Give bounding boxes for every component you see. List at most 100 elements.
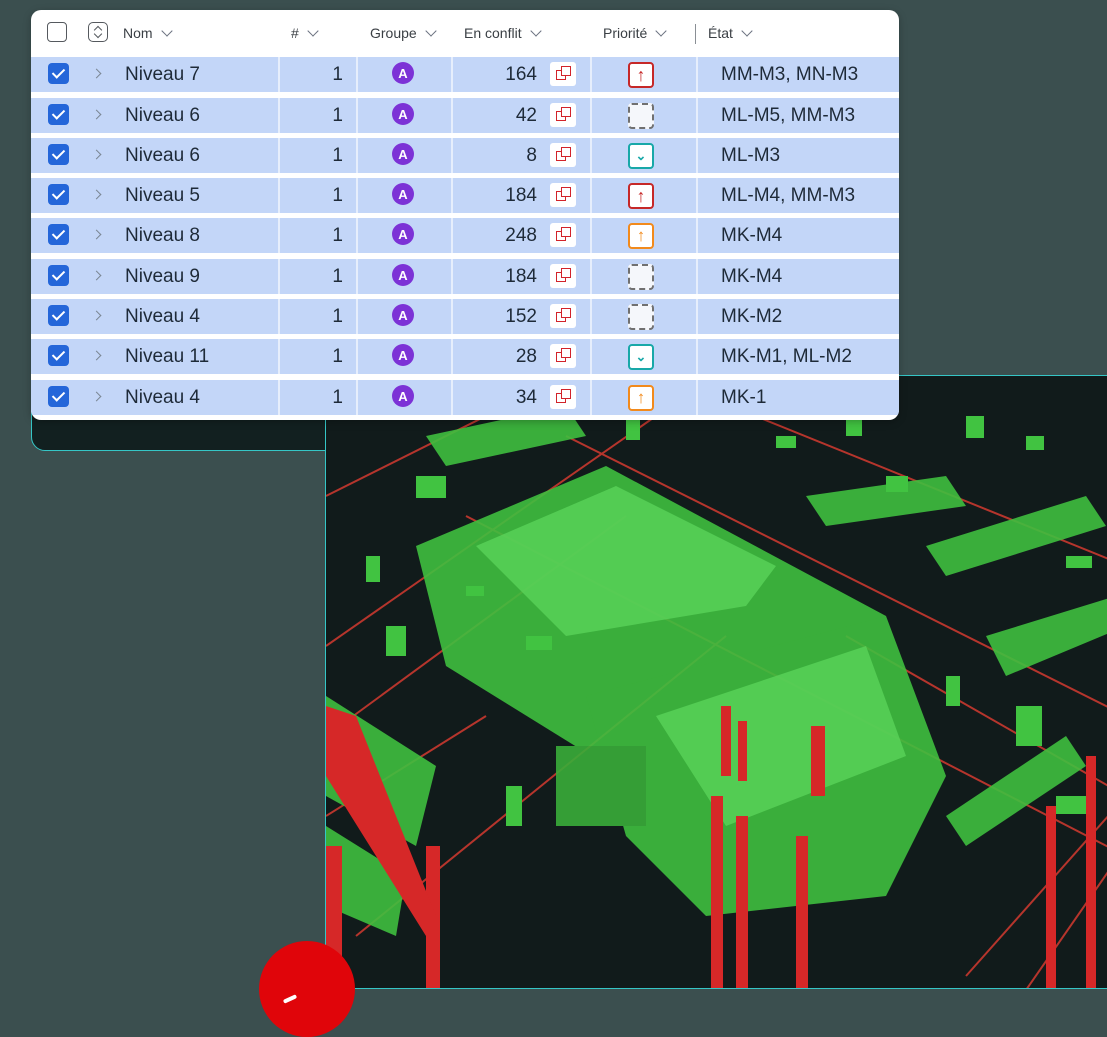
overlap-icon[interactable] [550,385,576,409]
empty-priority-icon[interactable] [628,304,654,330]
row-checkbox[interactable] [48,305,69,326]
column-divider [451,380,453,415]
header-count[interactable]: # [291,24,319,41]
column-divider [696,339,698,374]
row-conflicts: 184 [505,184,537,206]
row-name: Niveau 9 [125,265,200,287]
overlap-icon[interactable] [550,223,576,247]
row-checkbox[interactable] [48,144,69,165]
row-name: Niveau 6 [125,104,200,126]
priority-medium-arrow-up-icon[interactable]: ↑ [628,223,654,249]
empty-priority-icon[interactable] [628,264,654,290]
table-row[interactable]: Niveau 6 1 A 8 ⌄ ML-M3 [31,138,899,173]
table-row[interactable]: Niveau 8 1 A 248 ↑ MK-M4 [31,218,899,253]
conflict-table: Nom # Groupe En conflit Priorité État Ni… [31,10,899,420]
column-divider [278,98,280,133]
table-row[interactable]: Niveau 5 1 A 184 ↑ ML-M4, MM-M3 [31,178,899,213]
chevron-right-icon[interactable] [91,68,102,79]
group-avatar-icon[interactable]: A [392,304,414,326]
column-divider [696,57,698,92]
column-divider [590,299,592,334]
column-divider [451,339,453,374]
row-state: MK-1 [721,386,767,408]
group-avatar-icon[interactable]: A [392,344,414,366]
priority-high-arrow-up-icon[interactable]: ↑ [628,183,654,209]
row-checkbox[interactable] [48,104,69,125]
row-name: Niveau 5 [125,184,200,206]
priority-high-arrow-up-icon[interactable]: ↑ [628,62,654,88]
table-row[interactable]: Niveau 11 1 A 28 ⌄ MK-M1, ML-M2 [31,339,899,374]
column-divider [451,218,453,253]
overlap-icon[interactable] [550,62,576,86]
empty-priority-icon[interactable] [628,103,654,129]
chevron-right-icon[interactable] [91,310,102,321]
column-divider [451,98,453,133]
chevron-right-icon[interactable] [91,391,102,402]
header-name[interactable]: Nom [123,24,173,41]
overlap-icon[interactable] [550,103,576,127]
row-count: 1 [332,265,343,287]
row-checkbox[interactable] [48,345,69,366]
row-checkbox[interactable] [48,184,69,205]
overlap-icon[interactable] [550,183,576,207]
chevron-right-icon[interactable] [91,229,102,240]
header-group[interactable]: Groupe [370,24,437,41]
overlap-icon[interactable] [550,143,576,167]
column-divider [451,138,453,173]
group-avatar-icon[interactable]: A [392,62,414,84]
row-checkbox[interactable] [48,63,69,84]
column-divider [356,178,358,213]
column-divider [696,98,698,133]
column-divider [696,380,698,415]
table-row[interactable]: Niveau 4 1 A 152 MK-M2 [31,299,899,334]
row-count: 1 [332,386,343,408]
overlap-icon[interactable] [550,304,576,328]
column-divider [696,178,698,213]
table-row[interactable]: Niveau 7 1 A 164 ↑ MM-M3, MN-M3 [31,57,899,92]
cursor-icon [282,994,298,1004]
3d-model-viewport[interactable] [325,375,1107,989]
column-divider [278,259,280,294]
chevron-right-icon[interactable] [91,149,102,160]
chevron-down-icon [741,24,753,37]
column-divider [696,299,698,334]
row-checkbox[interactable] [48,386,69,407]
red-circle-badge[interactable] [259,941,355,1037]
select-all-checkbox[interactable] [47,22,67,42]
row-conflicts: 164 [505,63,537,85]
priority-low-chevron-down-icon[interactable]: ⌄ [628,344,654,370]
row-checkbox[interactable] [48,265,69,286]
header-state[interactable]: État [708,24,753,41]
row-name: Niveau 4 [125,386,200,408]
group-avatar-icon[interactable]: A [392,183,414,205]
column-divider [278,178,280,213]
group-avatar-icon[interactable]: A [392,223,414,245]
table-row[interactable]: Niveau 6 1 A 42 ML-M5, MM-M3 [31,98,899,133]
row-state: MK-M4 [721,224,783,246]
sort-icon[interactable] [88,22,108,42]
chevron-right-icon[interactable] [91,189,102,200]
row-state: ML-M4, MM-M3 [721,184,856,206]
overlap-icon[interactable] [550,264,576,288]
column-divider [356,380,358,415]
group-avatar-icon[interactable]: A [392,264,414,286]
header-priority[interactable]: Priorité [603,24,668,41]
table-row[interactable]: Niveau 9 1 A 184 MK-M4 [31,259,899,294]
column-divider [356,98,358,133]
chevron-right-icon[interactable] [91,350,102,361]
chevron-right-icon[interactable] [91,109,102,120]
chevron-right-icon[interactable] [91,270,102,281]
row-name: Niveau 6 [125,144,200,166]
column-divider [590,138,592,173]
header-conflict[interactable]: En conflit [464,24,542,41]
row-count: 1 [332,144,343,166]
group-avatar-icon[interactable]: A [392,385,414,407]
row-name: Niveau 4 [125,305,200,327]
priority-medium-arrow-up-icon[interactable]: ↑ [628,385,654,411]
priority-low-chevron-down-icon[interactable]: ⌄ [628,143,654,169]
table-row[interactable]: Niveau 4 1 A 34 ↑ MK-1 [31,380,899,415]
group-avatar-icon[interactable]: A [392,103,414,125]
row-checkbox[interactable] [48,224,69,245]
group-avatar-icon[interactable]: A [392,143,414,165]
overlap-icon[interactable] [550,344,576,368]
